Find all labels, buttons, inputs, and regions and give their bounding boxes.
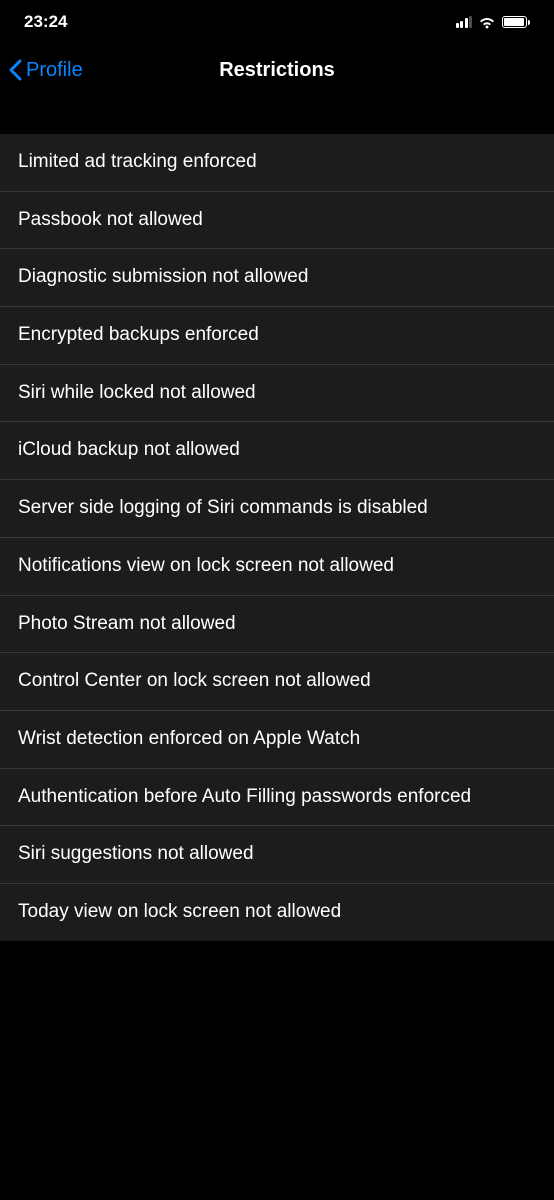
list-item: iCloud backup not allowed [0,422,554,480]
cellular-signal-icon [456,16,473,28]
back-button[interactable]: Profile [8,59,83,82]
wifi-icon [478,16,496,29]
status-indicators [277,16,530,29]
status-time: 23:24 [24,12,277,32]
list-item: Wrist detection enforced on Apple Watch [0,711,554,769]
list-item: Siri suggestions not allowed [0,826,554,884]
battery-icon [502,16,530,28]
list-item: Diagnostic submission not allowed [0,249,554,307]
page-title: Restrictions [219,59,335,82]
content-spacer [0,96,554,134]
list-item: Siri while locked not allowed [0,365,554,423]
list-item: Photo Stream not allowed [0,596,554,654]
list-item: Encrypted backups enforced [0,307,554,365]
list-item: Today view on lock screen not allowed [0,884,554,941]
list-item: Server side logging of Siri commands is … [0,480,554,538]
chevron-left-icon [8,59,22,81]
back-label: Profile [26,59,83,82]
navigation-bar: Profile Restrictions [0,44,554,96]
list-item: Notifications view on lock screen not al… [0,538,554,596]
restrictions-list[interactable]: Limited ad tracking enforced Passbook no… [0,134,554,941]
list-item: Limited ad tracking enforced [0,134,554,192]
list-item: Control Center on lock screen not allowe… [0,653,554,711]
list-item: Authentication before Auto Filling passw… [0,769,554,827]
list-item: Passbook not allowed [0,192,554,250]
status-bar: 23:24 [0,0,554,44]
